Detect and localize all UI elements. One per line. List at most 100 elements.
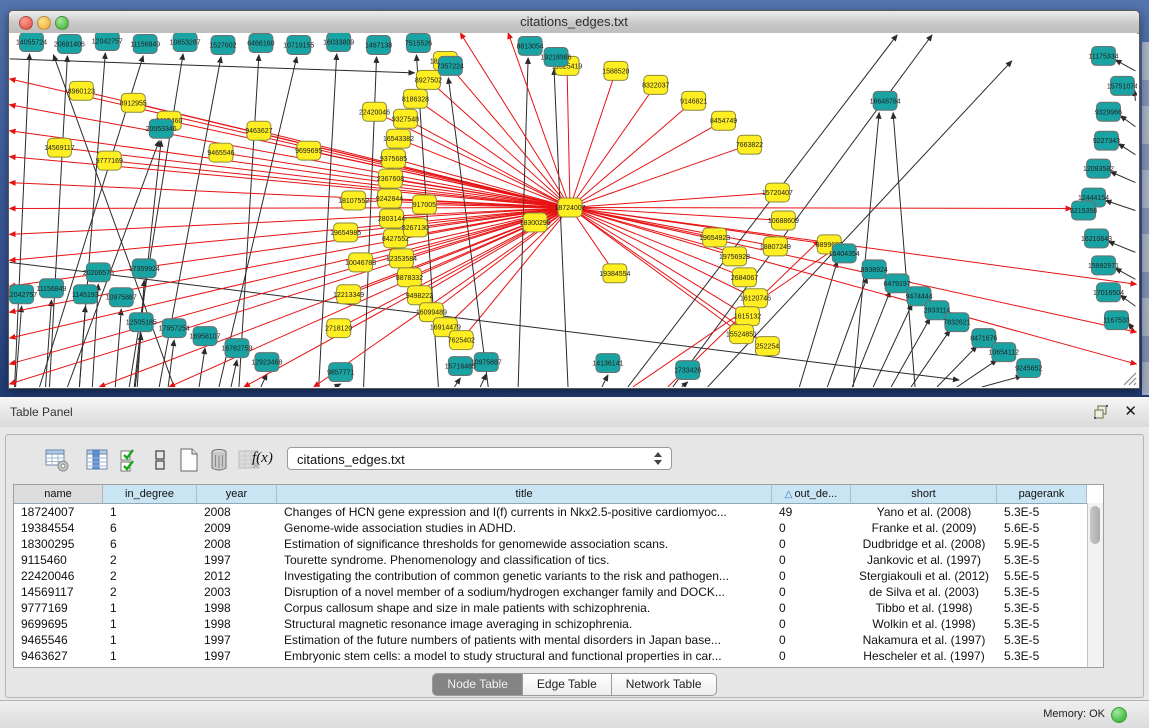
table-cell[interactable]: Genome-wide association studies in ADHD. <box>277 520 772 536</box>
table-cell[interactable]: 2009 <box>197 520 277 536</box>
graph-edge[interactable] <box>10 105 570 208</box>
graph-edge[interactable] <box>335 384 341 387</box>
graph-edge[interactable] <box>454 378 460 387</box>
graph-edge[interactable] <box>49 56 67 387</box>
scrollbar-thumb[interactable] <box>1090 506 1100 544</box>
table-cell[interactable]: 6 <box>103 536 197 552</box>
column-header-name[interactable]: name <box>14 485 103 504</box>
table-cell[interactable]: Corpus callosum shape and size in male p… <box>277 600 772 616</box>
table-cell[interactable]: 0 <box>772 632 851 648</box>
tab-network-table[interactable]: Network Table <box>612 673 717 696</box>
row-check-icon[interactable] <box>117 447 143 473</box>
table-cell[interactable]: 1 <box>103 600 197 616</box>
table-cell[interactable]: 5.5E-5 <box>997 568 1087 584</box>
graph-edge[interactable] <box>570 193 777 208</box>
table-cell[interactable]: Structural magnetic resonance image aver… <box>277 616 772 632</box>
table-cell[interactable]: Wolkin et al. (1998) <box>851 616 997 632</box>
table-cell[interactable]: 5.9E-5 <box>997 536 1087 552</box>
table-cell[interactable]: Investigating the contribution of common… <box>277 568 772 584</box>
table-cell[interactable]: 9463627 <box>14 648 103 664</box>
table-cell[interactable]: 5.3E-5 <box>997 504 1087 520</box>
table-settings-icon[interactable] <box>44 447 70 473</box>
table-cell[interactable]: 9115460 <box>14 552 103 568</box>
table-cell[interactable]: 2012 <box>197 568 277 584</box>
graph-edge[interactable] <box>570 121 724 208</box>
graph-edge[interactable] <box>1108 241 1135 252</box>
new-column-icon[interactable] <box>176 447 202 473</box>
table-cell[interactable]: 1997 <box>197 648 277 664</box>
table-cell[interactable]: 1 <box>103 632 197 648</box>
column-header-short[interactable]: short <box>851 485 997 504</box>
window-resize-grip[interactable] <box>1121 370 1137 386</box>
graph-edge[interactable] <box>1110 172 1135 183</box>
row-height-icon[interactable] <box>147 447 173 473</box>
tab-edge-table[interactable]: Edge Table <box>523 673 612 696</box>
graph-edge[interactable] <box>554 69 568 387</box>
graph-edge[interactable] <box>673 35 932 387</box>
graph-edge[interactable] <box>570 101 694 208</box>
table-cell[interactable]: 1997 <box>197 632 277 648</box>
graph-edge[interactable] <box>445 61 570 208</box>
table-cell[interactable]: 0 <box>772 552 851 568</box>
table-cell[interactable]: 49 <box>772 504 851 520</box>
table-cell[interactable]: 0 <box>772 584 851 600</box>
table-cell[interactable]: Changes of HCN gene expression and I(f) … <box>277 504 772 520</box>
graph-edge[interactable] <box>480 374 486 387</box>
table-cell[interactable]: 0 <box>772 536 851 552</box>
table-cell[interactable]: Hescheler et al. (1997) <box>851 648 997 664</box>
table-cell[interactable]: Nakamura et al. (1997) <box>851 632 997 648</box>
network-window-titlebar[interactable]: citations_edges.txt <box>9 11 1139 34</box>
network-window[interactable]: citations_edges.txt 18724007183002951822… <box>8 10 1140 389</box>
graph-edge[interactable] <box>873 304 912 387</box>
table-cell[interactable]: 18724007 <box>14 504 103 520</box>
table-cell[interactable]: de Silva et al. (2003) <box>851 584 997 600</box>
graph-edge[interactable] <box>893 113 915 387</box>
graph-edge[interactable] <box>79 306 85 387</box>
table-cell[interactable]: 9777169 <box>14 600 103 616</box>
graph-edge[interactable] <box>199 348 205 387</box>
graph-edge[interactable] <box>239 55 259 387</box>
graph-edge[interactable] <box>570 71 616 208</box>
close-panel-icon[interactable]: ✕ <box>1124 402 1137 420</box>
graph-edge[interactable] <box>445 208 570 328</box>
graph-edge[interactable] <box>602 375 608 387</box>
table-cell[interactable]: Yano et al. (2008) <box>851 504 997 520</box>
function-builder-icon[interactable]: f(x) <box>252 450 273 467</box>
table-cell[interactable]: 1 <box>103 616 197 632</box>
graph-edge[interactable] <box>10 79 570 208</box>
table-cell[interactable]: 18300295 <box>14 536 103 552</box>
table-cell[interactable]: 2 <box>103 552 197 568</box>
table-cell[interactable]: 0 <box>772 520 851 536</box>
graph-edge[interactable] <box>1120 295 1135 306</box>
table-cell[interactable]: 6 <box>103 520 197 536</box>
table-cell[interactable]: 9465546 <box>14 632 103 648</box>
table-cell[interactable]: 0 <box>772 648 851 664</box>
table-cell[interactable]: 0 <box>772 616 851 632</box>
graph-edge[interactable] <box>1115 268 1135 279</box>
column-header-out_de[interactable]: △out_de... <box>772 485 851 504</box>
table-cell[interactable]: Tibbo et al. (1998) <box>851 600 997 616</box>
table-cell[interactable]: 1998 <box>197 616 277 632</box>
table-cell[interactable]: 1997 <box>197 552 277 568</box>
graph-edge[interactable] <box>1105 201 1135 211</box>
table-cell[interactable]: Dudbridge et al. (2008) <box>851 536 997 552</box>
table-cell[interactable]: 5.3E-5 <box>997 648 1087 664</box>
table-cell[interactable]: Franke et al. (2009) <box>851 520 997 536</box>
graph-edge[interactable] <box>957 360 997 387</box>
table-cell[interactable]: 2008 <box>197 536 277 552</box>
graph-edge[interactable] <box>570 208 1072 209</box>
table-cell[interactable]: 1 <box>103 648 197 664</box>
table-cell[interactable]: 5.3E-5 <box>997 632 1087 648</box>
graph-edge[interactable] <box>570 145 749 208</box>
table-vertical-scrollbar[interactable] <box>1087 503 1103 667</box>
graph-edge[interactable] <box>682 382 688 387</box>
table-cell[interactable]: Estimation of the future numbers of pati… <box>277 632 772 648</box>
graph-edge[interactable] <box>15 54 30 387</box>
tab-node-table[interactable]: Node Table <box>432 673 523 696</box>
memory-ok-indicator[interactable] <box>1111 707 1127 723</box>
table-cell[interactable]: 5.3E-5 <box>997 552 1087 568</box>
graph-edge[interactable] <box>10 59 415 73</box>
table-cell[interactable]: 1998 <box>197 600 277 616</box>
table-cell[interactable]: 1 <box>103 504 197 520</box>
table-cell[interactable]: 5.3E-5 <box>997 600 1087 616</box>
